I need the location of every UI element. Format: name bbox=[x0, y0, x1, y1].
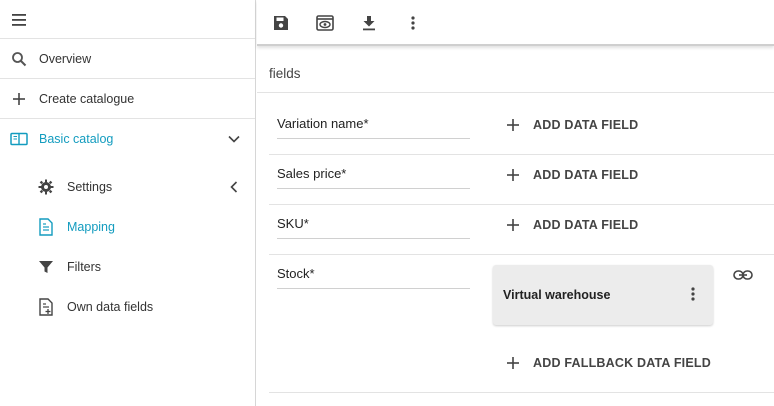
more-vert-icon[interactable] bbox=[403, 13, 423, 33]
sidebar: Overview Create catalogue Basic catalog … bbox=[0, 0, 256, 406]
hamburger-menu-icon[interactable] bbox=[10, 11, 28, 29]
field-label-sku: SKU* bbox=[277, 216, 309, 231]
more-vert-icon[interactable] bbox=[685, 285, 701, 303]
sidebar-item-label: Overview bbox=[39, 52, 92, 66]
save-icon[interactable] bbox=[271, 13, 291, 33]
toolbar bbox=[257, 0, 774, 46]
plus-icon bbox=[505, 117, 521, 133]
sidebar-item-label: Filters bbox=[67, 260, 102, 274]
plus-icon bbox=[505, 167, 521, 183]
sidebar-item-create-catalogue[interactable]: Create catalogue bbox=[0, 89, 255, 109]
sidebar-item-filters[interactable]: Filters bbox=[0, 257, 255, 277]
add-data-field-button[interactable]: ADD DATA FIELD bbox=[505, 117, 638, 133]
sidebar-item-label: Create catalogue bbox=[39, 92, 135, 106]
field-label-variation-name: Variation name* bbox=[277, 116, 369, 131]
sidebar-item-own-data-fields[interactable]: Own data fields bbox=[0, 297, 255, 317]
sidebar-item-settings[interactable]: Settings bbox=[0, 177, 255, 197]
add-data-field-button[interactable]: ADD DATA FIELD bbox=[505, 167, 638, 183]
field-label-sales-price: Sales price* bbox=[277, 166, 347, 181]
chevron-left-icon[interactable] bbox=[227, 180, 241, 194]
add-data-field-label: ADD DATA FIELD bbox=[533, 168, 639, 182]
funnel-icon bbox=[37, 258, 55, 276]
add-fallback-data-field-button[interactable]: ADD FALLBACK DATA FIELD bbox=[505, 355, 711, 371]
preview-icon[interactable] bbox=[315, 13, 335, 33]
main-content: fields Variation name* ADD DATA FIELD Sa… bbox=[257, 56, 774, 406]
sidebar-item-label: Settings bbox=[67, 180, 113, 194]
plus-icon bbox=[505, 217, 521, 233]
add-fallback-data-field-label: ADD FALLBACK DATA FIELD bbox=[533, 356, 711, 370]
sidebar-item-label: Basic catalog bbox=[39, 132, 114, 146]
section-title: fields bbox=[269, 66, 301, 81]
card-title: Virtual warehouse bbox=[503, 288, 611, 302]
add-data-field-label: ADD DATA FIELD bbox=[533, 118, 639, 132]
link-icon[interactable] bbox=[733, 267, 753, 283]
sidebar-item-basic-catalog[interactable]: Basic catalog bbox=[0, 129, 255, 149]
sidebar-item-label: Mapping bbox=[67, 220, 115, 234]
sidebar-item-overview[interactable]: Overview bbox=[0, 49, 255, 69]
sidebar-item-mapping[interactable]: Mapping bbox=[0, 217, 255, 237]
field-label-stock: Stock* bbox=[277, 266, 315, 281]
book-icon bbox=[9, 130, 29, 148]
menu-toggle[interactable] bbox=[0, 10, 255, 30]
gear-icon bbox=[37, 178, 55, 196]
add-data-field-label: ADD DATA FIELD bbox=[533, 218, 639, 232]
download-icon[interactable] bbox=[359, 13, 379, 33]
sidebar-item-label: Own data fields bbox=[67, 300, 154, 314]
data-field-card[interactable]: Virtual warehouse bbox=[493, 265, 713, 325]
document-icon bbox=[37, 218, 55, 236]
chevron-down-icon[interactable] bbox=[227, 132, 241, 146]
search-icon bbox=[10, 50, 28, 68]
add-data-field-button[interactable]: ADD DATA FIELD bbox=[505, 217, 638, 233]
document-add-icon bbox=[37, 298, 55, 316]
plus-icon bbox=[10, 90, 28, 108]
plus-icon bbox=[505, 355, 521, 371]
